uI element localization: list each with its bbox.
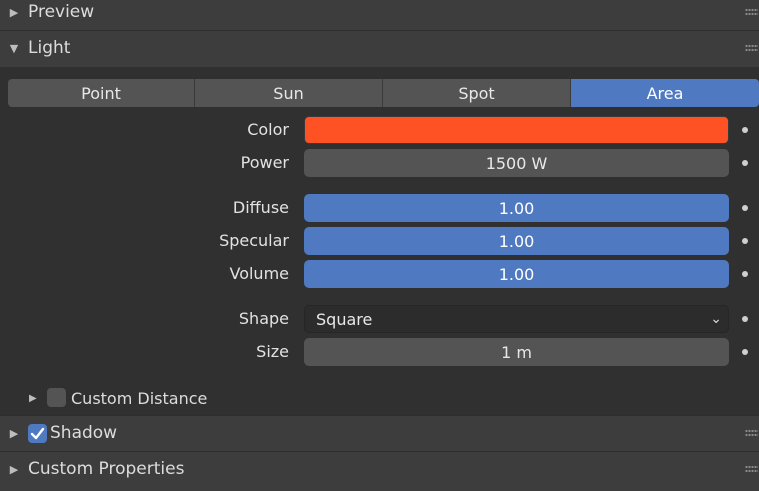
custom-distance-checkbox[interactable] (47, 388, 66, 407)
light-type-sun[interactable]: Sun (195, 79, 383, 107)
drag-handle-icon[interactable] (745, 429, 758, 437)
volume-label: Volume (229, 264, 289, 283)
light-type-spot[interactable]: Spot (383, 79, 571, 107)
chevron-down-icon: ⌄ (710, 311, 722, 327)
panel-header-shadow[interactable]: ▶ Shadow (0, 415, 759, 450)
panel-header-light[interactable]: ▼ Light (0, 30, 759, 65)
panel-title-light: Light (28, 38, 71, 58)
keyframe-dot-icon[interactable] (742, 127, 748, 133)
light-type-point[interactable]: Point (8, 79, 195, 107)
drag-handle-icon[interactable] (745, 44, 758, 52)
power-field[interactable]: 1500 W (304, 149, 729, 177)
subpanel-custom-distance[interactable]: ▶ Custom Distance (0, 381, 759, 415)
triangle-down-icon[interactable]: ▼ (0, 42, 28, 55)
keyframe-dot-icon[interactable] (742, 238, 748, 244)
shadow-checkbox[interactable] (28, 423, 47, 443)
volume-slider[interactable]: 1.00 (304, 260, 729, 288)
triangle-right-icon[interactable]: ▶ (29, 393, 37, 404)
specular-label: Specular (219, 231, 289, 250)
size-label: Size (256, 342, 289, 361)
light-type-selector: Point Sun Spot Area (8, 79, 759, 107)
color-swatch[interactable] (304, 116, 729, 144)
keyframe-dot-icon[interactable] (742, 316, 748, 322)
drag-handle-icon[interactable] (745, 465, 758, 473)
color-label: Color (247, 120, 289, 139)
drag-handle-icon[interactable] (745, 8, 758, 16)
size-field[interactable]: 1 m (304, 338, 729, 366)
keyframe-dot-icon[interactable] (742, 160, 748, 166)
panel-title-shadow: Shadow (50, 423, 118, 443)
light-type-area[interactable]: Area (571, 79, 759, 107)
keyframe-dot-icon[interactable] (742, 349, 748, 355)
triangle-right-icon[interactable]: ▶ (0, 6, 28, 19)
shape-label: Shape (238, 309, 289, 328)
triangle-right-icon[interactable]: ▶ (0, 463, 28, 476)
shape-dropdown[interactable]: Square ⌄ (304, 305, 729, 333)
power-label: Power (240, 153, 289, 172)
diffuse-label: Diffuse (232, 198, 289, 217)
checkmark-icon (30, 427, 45, 439)
panel-title-preview: Preview (28, 2, 95, 22)
triangle-right-icon[interactable]: ▶ (0, 427, 28, 440)
keyframe-dot-icon[interactable] (742, 271, 748, 277)
keyframe-dot-icon[interactable] (742, 205, 748, 211)
custom-distance-label: Custom Distance (71, 388, 208, 408)
panel-title-custom-properties: Custom Properties (28, 459, 185, 479)
specular-slider[interactable]: 1.00 (304, 227, 729, 255)
panel-header-preview[interactable]: ▶ Preview (0, 0, 759, 29)
diffuse-slider[interactable]: 1.00 (304, 194, 729, 222)
shape-value: Square (316, 309, 373, 329)
panel-header-custom-properties[interactable]: ▶ Custom Properties (0, 451, 759, 486)
